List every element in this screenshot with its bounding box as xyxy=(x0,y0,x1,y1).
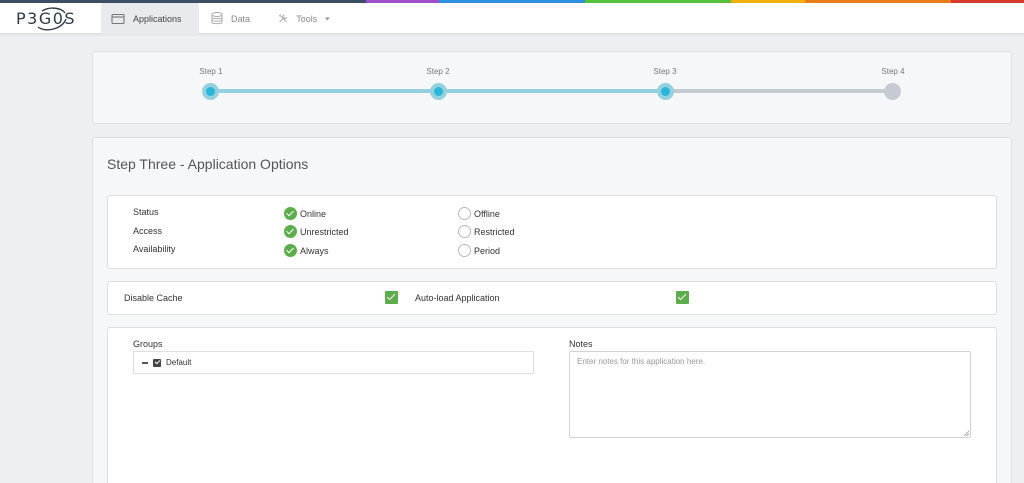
availability-period-label: Period xyxy=(474,245,501,256)
access-label: Access xyxy=(133,226,163,236)
groups-label: Groups xyxy=(133,339,163,349)
radio-checked-icon xyxy=(284,244,297,257)
collapse-icon[interactable] xyxy=(142,361,148,364)
tab-data-label: Data xyxy=(231,13,251,24)
step-3-label: Step 3 xyxy=(653,67,677,76)
chevron-down-icon xyxy=(325,16,330,21)
notes-label: Notes xyxy=(569,339,593,349)
status-online-radio[interactable]: Online xyxy=(284,207,326,220)
step-1-label: Step 1 xyxy=(199,67,223,76)
disable-cache-label: Disable Cache xyxy=(124,293,183,303)
access-unrestricted-radio[interactable]: Unrestricted xyxy=(284,225,349,238)
notes-field[interactable] xyxy=(569,351,971,438)
cache-options-card xyxy=(107,281,997,315)
tools-icon xyxy=(278,14,288,23)
status-label: Status xyxy=(133,207,159,217)
step-3-marker[interactable] xyxy=(657,83,674,100)
step-4-label: Step 4 xyxy=(881,67,905,76)
access-unrestricted-label: Unrestricted xyxy=(300,226,349,237)
radio-unchecked-icon xyxy=(458,225,471,238)
tab-data[interactable]: Data xyxy=(201,3,263,34)
wizard-progress-panel xyxy=(92,51,1012,124)
status-offline-label: Offline xyxy=(474,208,500,219)
autoload-checkbox[interactable] xyxy=(676,291,689,304)
autoload-label: Auto-load Application xyxy=(415,293,500,303)
radio-checked-icon xyxy=(284,207,297,220)
availability-always-radio[interactable]: Always xyxy=(284,244,329,257)
step-2-marker[interactable] xyxy=(430,83,447,100)
availability-period-radio[interactable]: Period xyxy=(458,244,500,257)
top-navbar: P3G0S Applications Data Tools xyxy=(0,3,1024,34)
progress-track-remaining xyxy=(666,89,893,93)
availability-always-label: Always xyxy=(300,245,329,256)
tree-item-label: Default xyxy=(166,358,192,367)
tab-tools[interactable]: Tools xyxy=(268,3,340,34)
radio-unchecked-icon xyxy=(458,244,471,257)
app-logo[interactable]: P3G0S xyxy=(14,7,90,31)
options-card xyxy=(107,195,997,269)
step-2-label: Step 2 xyxy=(426,67,450,76)
access-restricted-radio[interactable]: Restricted xyxy=(458,225,515,238)
page-title: Step Three - Application Options xyxy=(107,156,309,172)
radio-unchecked-icon xyxy=(458,207,471,220)
logo-text: P3G0S xyxy=(16,9,77,28)
step-1-marker[interactable] xyxy=(202,83,219,100)
radio-checked-icon xyxy=(284,225,297,238)
tree-checkbox[interactable] xyxy=(153,358,161,367)
status-offline-radio[interactable]: Offline xyxy=(458,207,500,220)
tab-applications-label: Applications xyxy=(133,13,182,24)
window-icon xyxy=(111,13,125,24)
step-4-marker[interactable] xyxy=(884,83,901,100)
database-icon xyxy=(211,12,223,25)
tab-applications[interactable]: Applications xyxy=(101,3,199,34)
groups-tree: Default xyxy=(133,351,534,374)
tree-item-default[interactable]: Default xyxy=(142,358,191,367)
tab-tools-label: Tools xyxy=(296,13,318,24)
disable-cache-checkbox[interactable] xyxy=(385,291,398,304)
access-restricted-label: Restricted xyxy=(474,226,515,237)
resize-grip-icon[interactable] xyxy=(963,430,969,436)
availability-label: Availability xyxy=(133,244,176,254)
status-online-label: Online xyxy=(300,208,327,219)
